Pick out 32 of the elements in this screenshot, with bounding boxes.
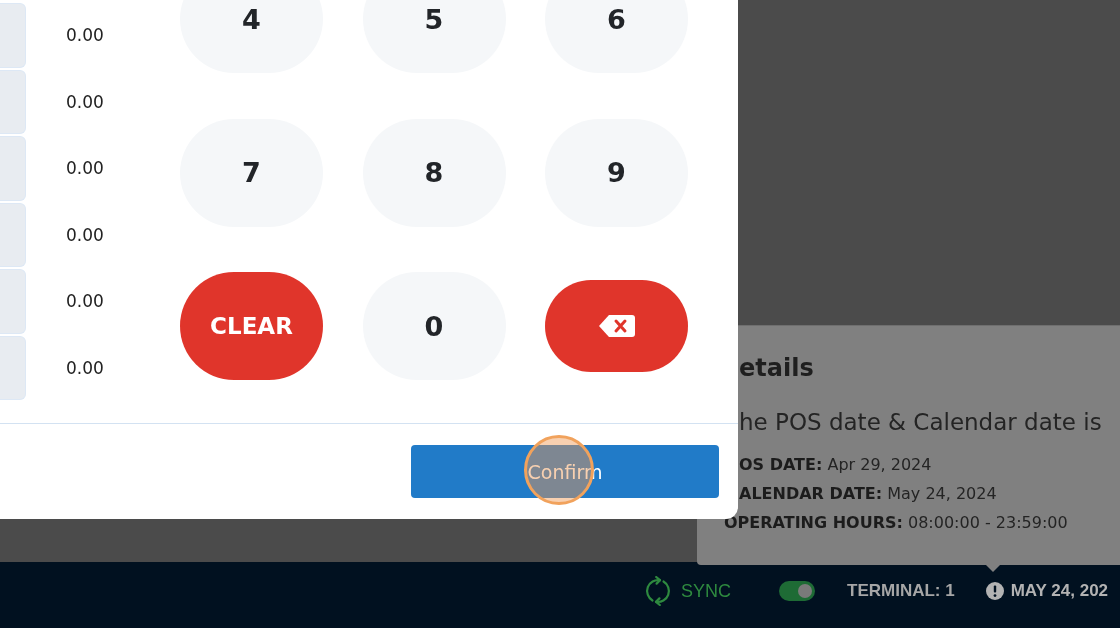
detail-line: ALENDAR DATE: May 24, 2024 [739, 483, 997, 505]
amount-text: 0.00 [66, 224, 104, 245]
clear-button[interactable]: CLEAR [180, 272, 323, 380]
digit-key[interactable]: 0 [362, 272, 506, 380]
sync-icon [645, 576, 671, 606]
input-field[interactable] [0, 202, 26, 267]
terminal-text: TERMINAL: 1 [847, 581, 955, 601]
amount-text: 0.00 [66, 25, 104, 46]
input-field[interactable] [0, 136, 26, 201]
amount-text: 0.00 [66, 357, 104, 378]
toggle-switch[interactable] [779, 581, 815, 601]
digit-key[interactable]: 5 [362, 0, 506, 73]
amount-text: 0.00 [66, 291, 104, 312]
input-field[interactable] [0, 269, 26, 334]
tooltip-message: he POS date & Calendar date is [739, 408, 1103, 436]
digit-key[interactable]: 8 [362, 118, 506, 227]
sync-button[interactable]: SYNC [645, 576, 731, 606]
tooltip-title: etails [739, 354, 815, 382]
date-button[interactable]: MAY 24, 202 [985, 581, 1109, 601]
detail-line: OPERATING HOURS: 08:00:00 - 23:59:00 [724, 512, 1068, 534]
digit-key[interactable]: 6 [545, 0, 688, 73]
input-field[interactable] [0, 335, 26, 400]
digit-key[interactable]: 4 [180, 0, 323, 73]
backspace-icon [598, 315, 635, 337]
input-field[interactable] [0, 3, 26, 68]
amount-text: 0.00 [66, 158, 104, 179]
warning-icon [985, 582, 1004, 600]
digit-key[interactable]: 7 [180, 118, 323, 227]
input-field[interactable] [0, 69, 26, 134]
detail-line: OS DATE: Apr 29, 2024 [739, 454, 932, 476]
amount-text: 0.00 [66, 91, 104, 112]
digit-key[interactable]: 9 [545, 118, 688, 227]
